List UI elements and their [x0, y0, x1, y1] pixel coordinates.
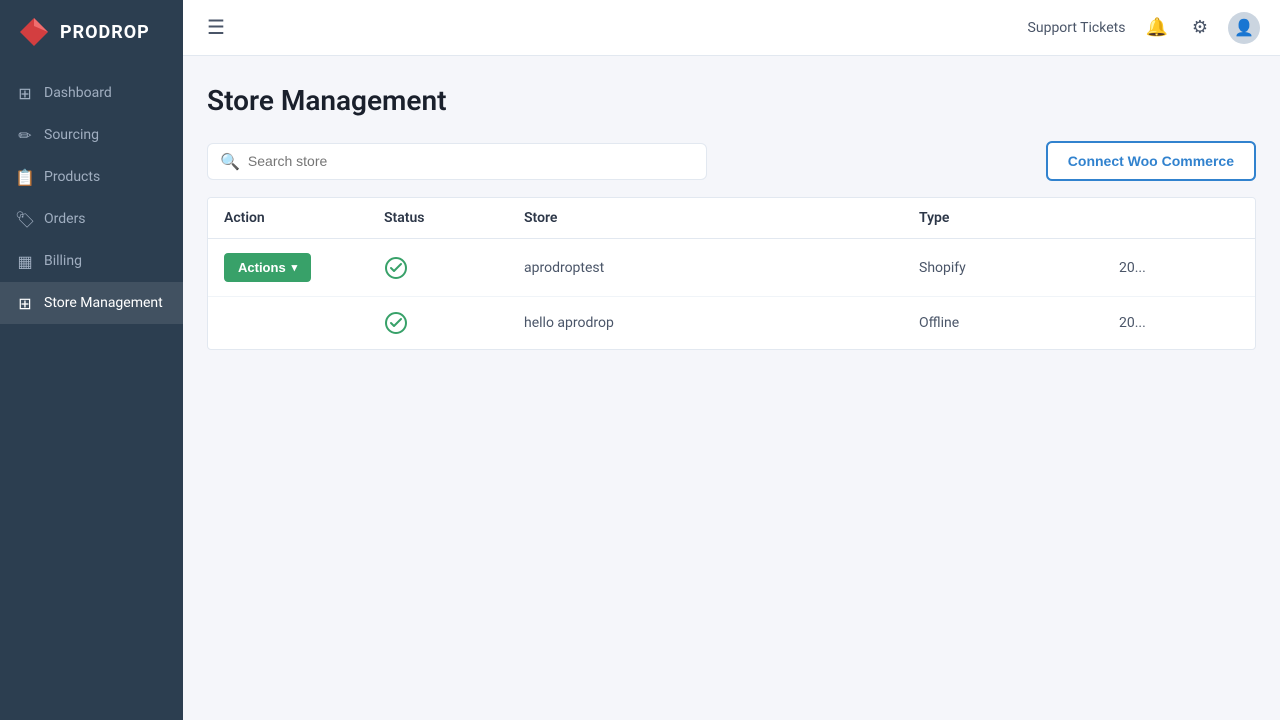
sidebar-item-label: Sourcing	[44, 127, 99, 143]
main-area: ☰ Support Tickets 🔔 ⚙ 👤 Store Management…	[183, 0, 1280, 720]
column-store: Store	[524, 210, 919, 226]
column-status: Status	[384, 210, 524, 226]
sidebar-nav: ⊞ Dashboard ✏ Sourcing 📋 Products 🏷 Orde…	[0, 72, 183, 324]
store-management-icon: ⊞	[16, 294, 34, 312]
header: ☰ Support Tickets 🔔 ⚙ 👤	[183, 0, 1280, 56]
search-input[interactable]	[248, 153, 694, 169]
column-date	[1119, 210, 1239, 226]
orders-icon: 🏷	[16, 210, 34, 228]
sidebar-item-label: Billing	[44, 253, 82, 269]
page-content: Store Management 🔍 Connect Woo Commerce …	[183, 56, 1280, 720]
sidebar-item-orders[interactable]: 🏷 Orders	[0, 198, 183, 240]
sidebar-item-billing[interactable]: ▦ Billing	[0, 240, 183, 282]
table-row: Actions ▾ aprodroptest Shopify 20...	[208, 239, 1255, 297]
row1-date-cell: 20...	[1119, 260, 1239, 276]
row2-status-cell	[384, 311, 524, 335]
toolbar: 🔍 Connect Woo Commerce	[207, 141, 1256, 181]
sourcing-icon: ✏	[16, 126, 34, 144]
actions-label: Actions	[238, 260, 286, 275]
sidebar-item-label: Dashboard	[44, 85, 112, 101]
settings-button[interactable]: ⚙	[1188, 13, 1212, 42]
header-right: Support Tickets 🔔 ⚙ 👤	[1028, 12, 1260, 44]
bell-icon: 🔔	[1145, 17, 1167, 38]
row2-date-cell: 20...	[1119, 315, 1239, 331]
billing-icon: ▦	[16, 252, 34, 270]
gear-icon: ⚙	[1192, 17, 1208, 38]
status-check-icon	[384, 311, 408, 335]
sidebar-item-store-management[interactable]: ⊞ Store Management	[0, 282, 183, 324]
row2-store-cell: hello aprodrop	[524, 315, 919, 331]
avatar-icon: 👤	[1234, 18, 1254, 37]
stores-table: Action Status Store Type Actions ▾	[207, 197, 1256, 350]
header-left: ☰	[203, 11, 229, 44]
actions-button[interactable]: Actions ▾	[224, 253, 311, 282]
sidebar-logo: PRODROP	[0, 0, 183, 64]
row1-status-cell	[384, 256, 524, 280]
row1-action-cell: Actions ▾	[224, 253, 384, 282]
sidebar-item-dashboard[interactable]: ⊞ Dashboard	[0, 72, 183, 114]
sidebar: PRODROP ⊞ Dashboard ✏ Sourcing 📋 Product…	[0, 0, 183, 720]
sidebar-item-label: Products	[44, 169, 100, 185]
user-avatar[interactable]: 👤	[1228, 12, 1260, 44]
search-box: 🔍	[207, 143, 707, 180]
status-check-icon	[384, 256, 408, 280]
brand-name: PRODROP	[60, 22, 150, 43]
support-tickets-link[interactable]: Support Tickets	[1028, 20, 1126, 36]
table-header: Action Status Store Type	[208, 198, 1255, 239]
row1-type-cell: Shopify	[919, 260, 1119, 276]
column-action: Action	[224, 210, 384, 226]
notifications-button[interactable]: 🔔	[1141, 13, 1171, 42]
hamburger-button[interactable]: ☰	[203, 11, 229, 44]
dashboard-icon: ⊞	[16, 84, 34, 102]
page-title: Store Management	[207, 84, 1256, 117]
table-row: hello aprodrop Offline 20...	[208, 297, 1255, 349]
products-icon: 📋	[16, 168, 34, 186]
sidebar-item-products[interactable]: 📋 Products	[0, 156, 183, 198]
row2-type-cell: Offline	[919, 315, 1119, 331]
connect-woo-commerce-button[interactable]: Connect Woo Commerce	[1046, 141, 1256, 181]
sidebar-item-label: Orders	[44, 211, 86, 227]
sidebar-item-sourcing[interactable]: ✏ Sourcing	[0, 114, 183, 156]
sidebar-item-label: Store Management	[44, 295, 163, 311]
prodrop-logo-icon	[16, 14, 52, 50]
chevron-down-icon: ▾	[292, 261, 298, 274]
row1-store-cell: aprodroptest	[524, 260, 919, 276]
search-icon: 🔍	[220, 152, 240, 171]
column-type: Type	[919, 210, 1119, 226]
